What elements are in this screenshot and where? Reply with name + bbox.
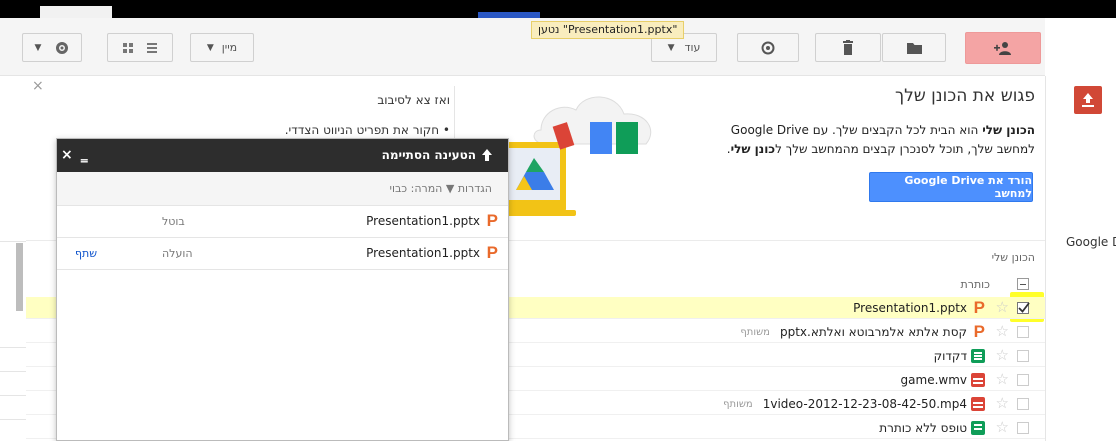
star-icon[interactable]: ☆ — [996, 298, 1009, 316]
view-toggle[interactable] — [107, 33, 173, 62]
list-header-my-drive: הכונן שלי — [991, 251, 1035, 264]
download-drive-button[interactable]: הורד את Google Drive למחשב — [869, 172, 1033, 202]
arrow-up-icon — [482, 149, 492, 161]
minimize-icon[interactable]: ‗ — [81, 147, 88, 163]
upload-file-name: P Presentation1.pptx — [366, 211, 498, 230]
scrollbar-thumb[interactable] — [16, 243, 23, 311]
preview-icon — [761, 41, 775, 54]
folder-icon — [906, 42, 922, 54]
powerpoint-icon: P — [486, 243, 498, 262]
chevron-down-icon: ▼ — [206, 42, 214, 53]
left-divider — [0, 419, 26, 420]
powerpoint-icon: P — [973, 298, 985, 317]
right-side-panel — [1045, 76, 1116, 441]
row-checkbox[interactable] — [1017, 398, 1029, 410]
trash-icon — [843, 40, 853, 55]
upload-settings[interactable]: הגדרות ▼ המרה: כבוי — [389, 182, 492, 195]
upload-icon — [1082, 93, 1094, 107]
chevron-down-icon: ▼ — [34, 42, 42, 53]
share-button[interactable] — [965, 32, 1041, 64]
more-label: עוד — [684, 41, 701, 54]
upload-panel-header: הטעינה הסתיימה × ‗ — [57, 139, 508, 172]
upload-row: P Presentation1.pptx הועלה שתף — [57, 238, 508, 270]
move-to-folder-button[interactable] — [882, 33, 946, 62]
settings-menu-button[interactable]: ▼ — [22, 33, 82, 62]
gear-icon — [56, 41, 69, 54]
file-name[interactable]: טופס ללא כותרת — [879, 421, 985, 435]
powerpoint-icon: P — [973, 322, 985, 341]
close-icon[interactable]: × — [61, 147, 73, 163]
upload-progress-panel: הטעינה הסתיימה × ‗ הגדרות ▼ המרה: כבוי P… — [56, 138, 509, 441]
select-all-checkbox[interactable] — [1017, 278, 1029, 290]
row-checkbox[interactable] — [1017, 326, 1029, 338]
left-divider — [0, 347, 26, 348]
upload-panel-controls: × ‗ — [61, 147, 88, 163]
drive-illustration — [490, 96, 652, 216]
grid-icon[interactable] — [122, 42, 134, 54]
google-drive-side-label: Google D — [1066, 235, 1116, 249]
left-divider — [0, 395, 26, 396]
shared-label: משותף — [723, 398, 753, 410]
upload-file-name: P Presentation1.pptx — [366, 243, 498, 262]
upload-status: בוטל — [162, 215, 185, 228]
row-checkbox[interactable] — [1017, 374, 1029, 386]
browser-top-strip — [0, 0, 1116, 18]
upload-panel-title: הטעינה הסתיימה — [382, 148, 492, 162]
sort-button[interactable]: ▼ מיין — [190, 33, 254, 62]
file-name[interactable]: P Presentation1.pptx — [853, 298, 985, 317]
star-icon[interactable]: ☆ — [996, 394, 1009, 412]
star-icon[interactable]: ☆ — [996, 370, 1009, 388]
video-icon — [971, 373, 985, 387]
upload-button[interactable] — [1074, 86, 1102, 114]
promo-title: פגוש את הכונן שלך — [894, 86, 1035, 106]
close-icon[interactable]: × — [32, 78, 44, 94]
promo-body: הכונן שלי הוא הבית לכל הקבצים שלך. עם Go… — [726, 123, 1035, 156]
list-icon[interactable] — [146, 42, 158, 54]
powerpoint-icon: P — [486, 211, 498, 230]
left-divider — [0, 371, 26, 372]
sort-label: מיין — [221, 41, 238, 54]
video-icon — [971, 397, 985, 411]
row-checkbox[interactable] — [1017, 350, 1029, 362]
left-divider — [0, 241, 26, 242]
file-name[interactable]: 1video-2012-12-23-08-42-50.mp4 משותף — [723, 397, 985, 411]
preview-button[interactable] — [737, 33, 799, 62]
checkmark-icon — [1018, 302, 1030, 313]
shared-label: משותף — [740, 326, 770, 338]
share-link[interactable]: שתף — [75, 247, 97, 260]
spreadsheet-icon — [971, 349, 985, 363]
file-name[interactable]: game.wmv — [901, 373, 985, 387]
form-icon — [971, 421, 985, 435]
star-icon[interactable]: ☆ — [996, 418, 1009, 436]
chevron-down-icon: ▼ — [667, 42, 675, 53]
add-person-icon — [994, 42, 1011, 55]
upload-status: הועלה — [162, 247, 193, 260]
upload-settings-bar: הגדרות ▼ המרה: כבוי — [57, 172, 508, 206]
upload-row: P Presentation1.pptx בוטל — [57, 206, 508, 238]
drive-toolbar: ▼ ▼ מיין ▼ עוד — [0, 18, 1045, 76]
row-checkbox[interactable] — [1017, 422, 1029, 434]
column-title-header[interactable]: כותרת — [961, 278, 990, 291]
delete-button[interactable] — [815, 33, 881, 62]
star-icon[interactable]: ☆ — [996, 346, 1009, 364]
file-name[interactable]: P קסת אלתא אלמרבוטא ואלתא.pptx משותף — [740, 322, 985, 341]
upload-notice: נטען "Presentation1.pptx" — [531, 21, 685, 39]
promo-tour-bullet: • חקור את תפריט הניווט הצדדי. — [284, 123, 450, 137]
promo-tour-title: ואז צא לסיבוב — [377, 93, 450, 107]
row-checkbox[interactable] — [1017, 302, 1030, 314]
file-name[interactable]: דקדוק — [934, 349, 985, 363]
star-icon[interactable]: ☆ — [996, 322, 1009, 340]
browser-tab[interactable] — [40, 6, 112, 18]
